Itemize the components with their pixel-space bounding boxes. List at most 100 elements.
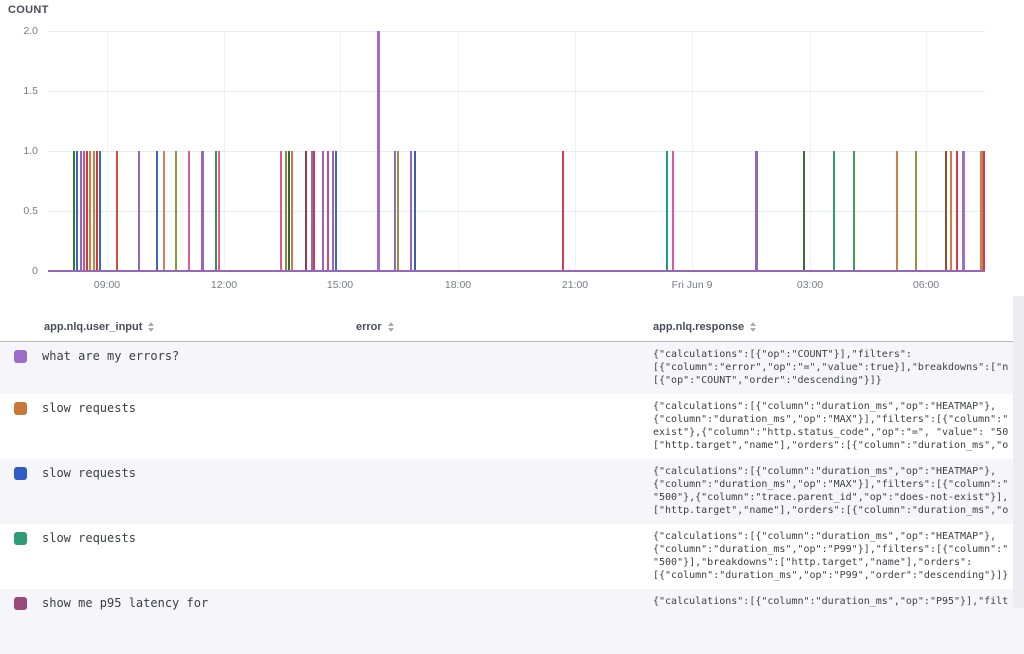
event-spike[interactable] [80,151,82,271]
table-header-row: app.nlq.user_input error app.nlq.respons… [0,318,1024,342]
event-spike[interactable] [138,151,140,271]
event-spike[interactable] [335,151,337,271]
event-spike[interactable] [853,151,855,271]
sort-icon[interactable] [750,322,756,332]
x-gridline [692,31,693,271]
response-cell: {"calculations":[{"column":"duration_ms"… [653,465,1010,517]
event-spike[interactable] [215,151,217,271]
event-spike[interactable] [96,151,98,271]
event-spike[interactable] [280,151,282,271]
column-header-response[interactable]: app.nlq.response [653,321,756,333]
event-spike[interactable] [76,151,78,271]
row-color-swatch [14,350,27,363]
row-color-swatch [14,402,27,415]
table-row[interactable]: slow requests {"calculations":[{"column":… [0,459,1024,524]
event-spike[interactable] [93,151,95,271]
column-header-label: error [356,321,382,333]
user-input-cell: slow requests [42,531,136,545]
event-spike[interactable] [188,151,190,271]
user-input-cell: slow requests [42,466,136,480]
event-spike[interactable] [116,151,118,271]
event-spike[interactable] [285,151,287,271]
event-spike[interactable] [394,151,396,271]
x-tick-label: 21:00 [562,279,588,291]
column-header-error[interactable]: error [356,321,394,333]
table-row[interactable]: show me p95 latency for{"calculations":[… [0,589,1024,654]
row-color-swatch [14,467,27,480]
event-spike[interactable] [291,151,293,271]
event-spike[interactable] [962,151,965,271]
column-header-user-input[interactable]: app.nlq.user_input [44,321,154,333]
row-color-swatch [14,532,27,545]
column-header-label: app.nlq.response [653,321,744,333]
x-gridline [810,31,811,271]
event-spike[interactable] [313,151,315,271]
event-spike[interactable] [896,151,898,271]
event-spike[interactable] [305,151,307,271]
x-tick-label: 15:00 [327,279,353,291]
x-tick-label: 09:00 [94,279,120,291]
chart-plot[interactable] [48,31,985,271]
table-scrollbar[interactable] [1013,296,1024,608]
column-header-label: app.nlq.user_input [44,321,142,333]
y-tick-label: 1.0 [0,145,38,157]
response-cell: {"calculations":[{"column":"duration_ms"… [653,595,1010,608]
table-row[interactable]: slow requests {"calculations":[{"column":… [0,394,1024,459]
sort-icon[interactable] [148,322,154,332]
event-spike[interactable] [833,151,835,271]
event-spike[interactable] [915,151,917,271]
x-tick-label: 18:00 [445,279,471,291]
event-spike[interactable] [175,151,177,271]
event-spike[interactable] [410,151,412,271]
event-spike[interactable] [99,151,101,271]
event-spike[interactable] [945,151,947,271]
x-gridline [458,31,459,271]
event-spike[interactable] [562,151,564,271]
response-cell: {"calculations":[{"column":"duration_ms"… [653,400,1010,452]
x-tick-label: Fri Jun 9 [672,279,713,291]
event-spike[interactable] [666,151,668,271]
event-spike[interactable] [322,151,324,271]
event-spike[interactable] [332,151,334,271]
event-spike[interactable] [86,151,88,271]
event-spike[interactable] [201,151,204,271]
x-gridline [224,31,225,271]
event-spike[interactable] [397,151,399,271]
event-spike[interactable] [89,151,91,271]
event-spike[interactable] [327,151,329,271]
x-tick-label: 06:00 [913,279,939,291]
count-chart: COUNT 2.01.51.00.50 09:0012:0015:0018:00… [0,0,1024,296]
event-spike[interactable] [377,31,380,271]
event-spike[interactable] [73,151,75,271]
event-spike[interactable] [83,151,85,271]
response-cell: {"calculations":[{"op":"COUNT"}],"filter… [653,348,1010,387]
query-results-table: app.nlq.user_input error app.nlq.respons… [0,318,1024,654]
event-spike[interactable] [156,151,158,271]
sort-icon[interactable] [388,322,394,332]
event-spike[interactable] [414,151,416,271]
table-body: what are my errors? {"calculations":[{"op… [0,342,1024,654]
user-input-cell: what are my errors? [42,349,179,363]
x-gridline [340,31,341,271]
event-spike[interactable] [983,151,985,271]
event-spike[interactable] [163,151,165,271]
event-spike[interactable] [803,151,805,271]
y-tick-label: 1.5 [0,85,38,97]
x-gridline [107,31,108,271]
x-gridline [575,31,576,271]
table-row[interactable]: what are my errors? {"calculations":[{"op… [0,342,1024,394]
y-gridline [48,91,985,92]
user-input-cell: slow requests [42,401,136,415]
event-spike[interactable] [218,151,220,271]
zero-baseline [48,270,985,272]
chart-title: COUNT [8,4,49,16]
event-spike[interactable] [288,151,290,271]
response-cell: {"calculations":[{"column":"duration_ms"… [653,530,1010,582]
event-spike[interactable] [755,151,758,271]
y-tick-label: 0 [0,265,38,277]
event-spike[interactable] [672,151,674,271]
table-row[interactable]: slow requests {"calculations":[{"column":… [0,524,1024,589]
event-spike[interactable] [950,151,952,271]
event-spike[interactable] [956,151,958,271]
x-tick-label: 03:00 [797,279,823,291]
